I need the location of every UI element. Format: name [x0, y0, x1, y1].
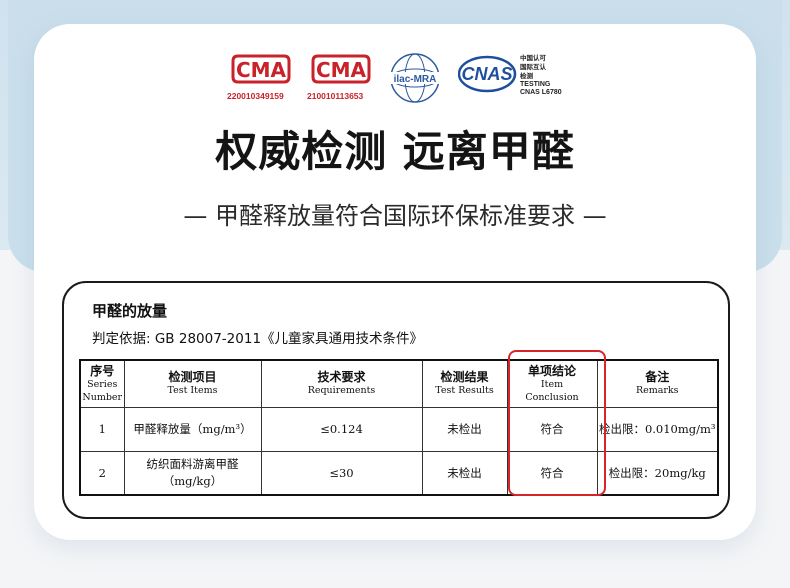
svg-text:CMA: CMA [316, 58, 367, 82]
svg-text:ilac-MRA: ilac-MRA [394, 74, 437, 85]
svg-text:CNAS L6780: CNAS L6780 [520, 89, 562, 96]
subheadline: — 甲醛释放量符合国际环保标准要求 — [183, 202, 607, 230]
test-results-table: 序号 Series Number 检测项目 Test Items 技术要求 Re… [79, 359, 719, 496]
svg-text:检测: 检测 [520, 71, 534, 80]
ilac-mra-logo: ilac-MRA [388, 50, 442, 112]
headline: 权威检测 远离甲醛 [215, 127, 575, 176]
cma-logo-2: CMA 210010113653 [307, 52, 372, 101]
report-title: 甲醛的放量 [92, 302, 168, 320]
cell-test-item: 纺织面料游离甲醛 （mg/kg） [123, 450, 262, 496]
col-header-remarks: 备注 Remarks [596, 359, 719, 408]
certification-logos: CMA 220010349159 CMA 210010113653 ilac-M… [196, 52, 596, 108]
cma-number-2: 210010113653 [307, 91, 364, 101]
svg-text:CMA: CMA [236, 58, 287, 82]
cell-number: 1 [79, 406, 125, 452]
cell-requirement: ≤0.124 [260, 406, 423, 452]
svg-text:国际互认: 国际互认 [520, 62, 547, 71]
col-header-number: 序号 Series Number [79, 359, 125, 408]
cell-number: 2 [79, 450, 125, 496]
report-basis: 判定依据: GB 28007-2011《儿童家具通用技术条件》 [92, 331, 424, 347]
cell-conclusion: 符合 [506, 450, 598, 496]
cma-number-1: 220010349159 [227, 91, 284, 101]
ilac-globe-icon: ilac-MRA [390, 53, 440, 103]
cell-result: 未检出 [421, 406, 508, 452]
cma-mark-icon: CMA [311, 54, 371, 84]
col-header-test-results: 检测结果 Test Results [421, 359, 508, 408]
table-row: 1 甲醛释放量（mg/m³） ≤0.124 未检出 符合 检出限：0.010mg… [79, 406, 719, 452]
cnas-mark-icon: CNAS 中国认可 国际互认 检测 TESTING CNAS L6780 [457, 53, 562, 96]
table-row: 2 纺织面料游离甲醛 （mg/kg） ≤30 未检出 符合 检出限：20mg/k… [79, 450, 719, 496]
col-header-requirements: 技术要求 Requirements [260, 359, 423, 408]
test-report-box: 甲醛的放量 判定依据: GB 28007-2011《儿童家具通用技术条件》 序号… [62, 281, 730, 519]
cell-conclusion: 符合 [506, 406, 598, 452]
col-header-conclusion: 单项结论 Item Conclusion [506, 359, 598, 408]
cell-result: 未检出 [421, 450, 508, 496]
cma-mark-icon: CMA [231, 54, 291, 84]
svg-text:中国认可: 中国认可 [520, 53, 547, 62]
svg-text:TESTING: TESTING [520, 81, 551, 88]
cell-remarks: 检出限：20mg/kg [596, 450, 719, 496]
cnas-logo: CNAS 中国认可 国际互认 检测 TESTING CNAS L6780 [457, 52, 576, 106]
col-header-test-items: 检测项目 Test Items [123, 359, 262, 408]
cell-test-item: 甲醛释放量（mg/m³） [123, 406, 262, 452]
svg-text:CNAS: CNAS [461, 64, 512, 84]
cell-requirement: ≤30 [260, 450, 423, 496]
table-header-row: 序号 Series Number 检测项目 Test Items 技术要求 Re… [79, 359, 719, 408]
cell-remarks: 检出限：0.010mg/m³ [596, 406, 719, 452]
cma-logo-1: CMA 220010349159 [227, 52, 292, 101]
